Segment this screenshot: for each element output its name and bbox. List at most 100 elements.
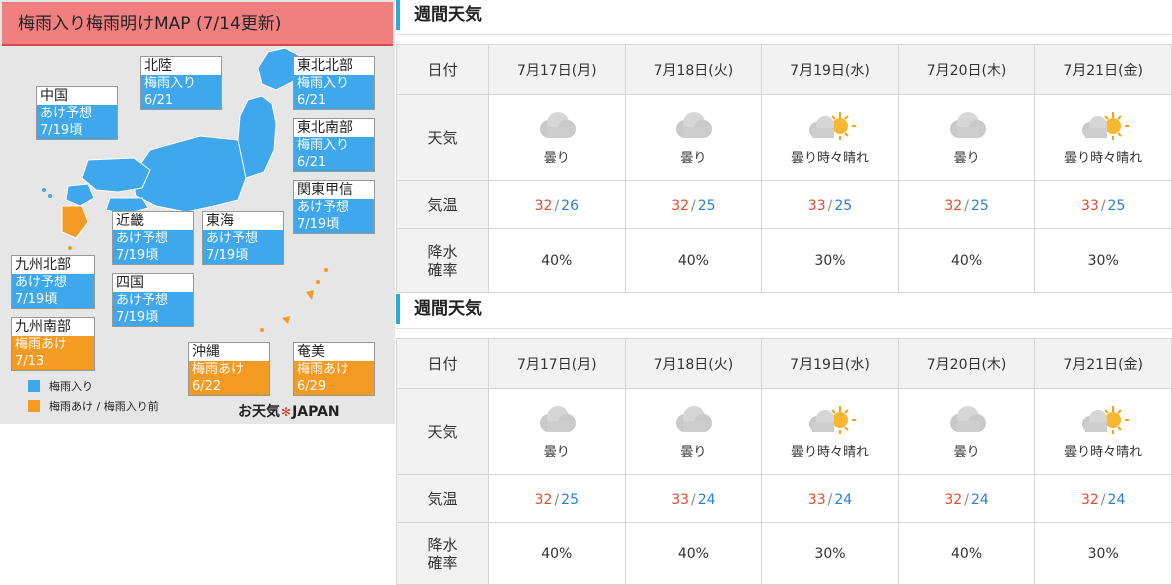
label-temp: 気温 <box>396 474 489 523</box>
temp-high: 33 <box>1081 198 1099 214</box>
region-date: 7/13 <box>12 353 94 370</box>
legend-label: 梅雨入り <box>49 380 93 393</box>
temp-high: 32 <box>534 492 553 508</box>
rain-row: 降水確率 40% 40% 30% 40% 30% <box>396 228 1172 293</box>
legend-swatch-blue <box>28 380 40 392</box>
temp-cell: 33/25 <box>1034 180 1172 229</box>
weather-cell: 曇り時々晴れ <box>1034 94 1172 181</box>
temp-cell: 32/25 <box>624 180 763 229</box>
temp-low: 26 <box>561 198 579 214</box>
day-date: 7月17日(月) <box>488 338 626 389</box>
region-status: 梅雨あけ <box>294 361 374 378</box>
cloud-icon <box>899 403 1035 437</box>
weather-text: 曇り <box>953 445 980 460</box>
label-date: 日付 <box>396 338 489 389</box>
weather-text: 曇り時々晴れ <box>790 151 869 166</box>
region-amami: 奄美 梅雨あけ 6/29 <box>293 342 375 396</box>
temp-cell: 32/25 <box>897 180 1036 229</box>
weekly-weather-section-2: 週間天気 日付 7月17日(月) 7月18日(火) 7月19日(水) 7月20日… <box>396 294 1172 585</box>
map-title: 梅雨入り梅雨明けMAP (7/14更新) <box>2 2 393 46</box>
heading-divider <box>396 34 1172 35</box>
weather-cell: 曇り <box>488 94 626 181</box>
weather-text: 曇り時々晴れ <box>1064 151 1143 166</box>
label-weather: 天気 <box>396 388 489 475</box>
temp-low: 24 <box>1107 492 1126 508</box>
weather-row: 天気 曇り 曇り 曇り時々晴れ 曇り 曇り時々晴れ <box>396 388 1172 475</box>
region-hokuriku: 北陸 梅雨入り 6/21 <box>140 56 222 110</box>
region-tohoku-nanbu: 東北南部 梅雨入り 6/21 <box>293 118 375 172</box>
label-date: 日付 <box>396 44 489 95</box>
rain-cell: 30% <box>1034 522 1172 585</box>
region-date: 7/19頃 <box>113 309 193 326</box>
cloud-icon <box>899 109 1035 143</box>
region-status: あけ予想 <box>37 105 117 122</box>
rain-cell: 40% <box>624 228 763 293</box>
temp-high: 32 <box>671 198 690 214</box>
region-date: 7/19頃 <box>113 247 193 264</box>
section-heading: 週間天気 <box>396 294 1172 324</box>
region-date: 6/21 <box>141 92 221 109</box>
rain-cell: 40% <box>488 228 626 293</box>
region-name: 東海 <box>203 212 283 230</box>
region-okinawa: 沖縄 梅雨あけ 6/22 <box>188 342 270 396</box>
day-date: 7月18日(火) <box>624 44 763 95</box>
region-status: 梅雨あけ <box>189 361 269 378</box>
region-date: 6/21 <box>294 92 374 109</box>
section-heading: 週間天気 <box>396 0 1172 30</box>
weather-cell: 曇り時々晴れ <box>1034 388 1172 475</box>
region-status: あけ予想 <box>294 199 374 216</box>
region-name: 近畿 <box>113 212 193 230</box>
temp-cell: 32/24 <box>897 474 1036 523</box>
region-name: 北陸 <box>141 57 221 75</box>
day-date: 7月19日(水) <box>761 44 899 95</box>
cloud-sun-icon <box>762 403 898 437</box>
day-date: 7月19日(水) <box>761 338 899 389</box>
region-name: 東北北部 <box>294 57 374 75</box>
region-kanto-koshin: 関東甲信 あけ予想 7/19頃 <box>293 180 375 234</box>
temp-low: 24 <box>970 492 989 508</box>
region-tohoku-hokubu: 東北北部 梅雨入り 6/21 <box>293 56 375 110</box>
weather-cell: 曇り <box>624 388 763 475</box>
temp-cell: 33/25 <box>761 180 899 229</box>
weather-cell: 曇り <box>897 94 1036 181</box>
legend-item: 梅雨あけ / 梅雨入り前 <box>28 396 159 416</box>
cloud-icon <box>626 109 762 143</box>
region-status: あけ予想 <box>113 230 193 247</box>
temp-low: 25 <box>1107 198 1126 214</box>
cloud-sun-icon <box>1035 403 1171 437</box>
cloud-sun-icon <box>762 109 898 143</box>
rain-cell: 30% <box>761 522 899 585</box>
label-temp: 気温 <box>396 180 489 229</box>
weather-cell: 曇り <box>624 94 763 181</box>
region-status: 梅雨入り <box>141 75 221 92</box>
label-rain-text: 降水確率 <box>427 242 458 279</box>
legend-item: 梅雨入り <box>28 376 159 396</box>
label-rain-text: 降水確率 <box>427 535 458 572</box>
region-date: 7/19頃 <box>203 247 283 264</box>
logo-text-post: JAPAN <box>292 404 340 420</box>
region-date: 6/21 <box>294 154 374 171</box>
temp-low: 24 <box>834 492 853 508</box>
temp-high: 32 <box>944 198 963 214</box>
date-row: 日付 7月17日(月) 7月18日(火) 7月19日(水) 7月20日(木) 7… <box>396 44 1172 95</box>
region-name: 沖縄 <box>189 343 269 361</box>
region-name: 関東甲信 <box>294 181 374 199</box>
weather-row: 天気 曇り 曇り 曇り時々晴れ 曇り 曇り時々晴れ <box>396 94 1172 181</box>
weather-cell: 曇り時々晴れ <box>761 94 899 181</box>
weather-cell: 曇り <box>897 388 1036 475</box>
weather-text: 曇り <box>543 151 570 166</box>
cloud-icon <box>489 109 625 143</box>
legend-label: 梅雨あけ / 梅雨入り前 <box>49 400 159 413</box>
temp-row: 気温 32/25 33/24 33/24 32/24 32/24 <box>396 474 1172 523</box>
day-date: 7月21日(金) <box>1034 338 1172 389</box>
weekly-weather-section-1: 週間天気 日付 7月17日(月) 7月18日(火) 7月19日(水) 7月20日… <box>396 0 1172 294</box>
rain-cell: 40% <box>624 522 763 585</box>
weather-text: 曇り <box>680 445 707 460</box>
region-date: 6/29 <box>294 378 374 395</box>
weather-cell: 曇り <box>488 388 626 475</box>
region-name: 東北南部 <box>294 119 374 137</box>
label-rain: 降水確率 <box>396 228 489 293</box>
temp-cell: 32/24 <box>1034 474 1172 523</box>
rain-cell: 40% <box>488 522 626 585</box>
region-status: 梅雨あけ <box>12 336 94 353</box>
